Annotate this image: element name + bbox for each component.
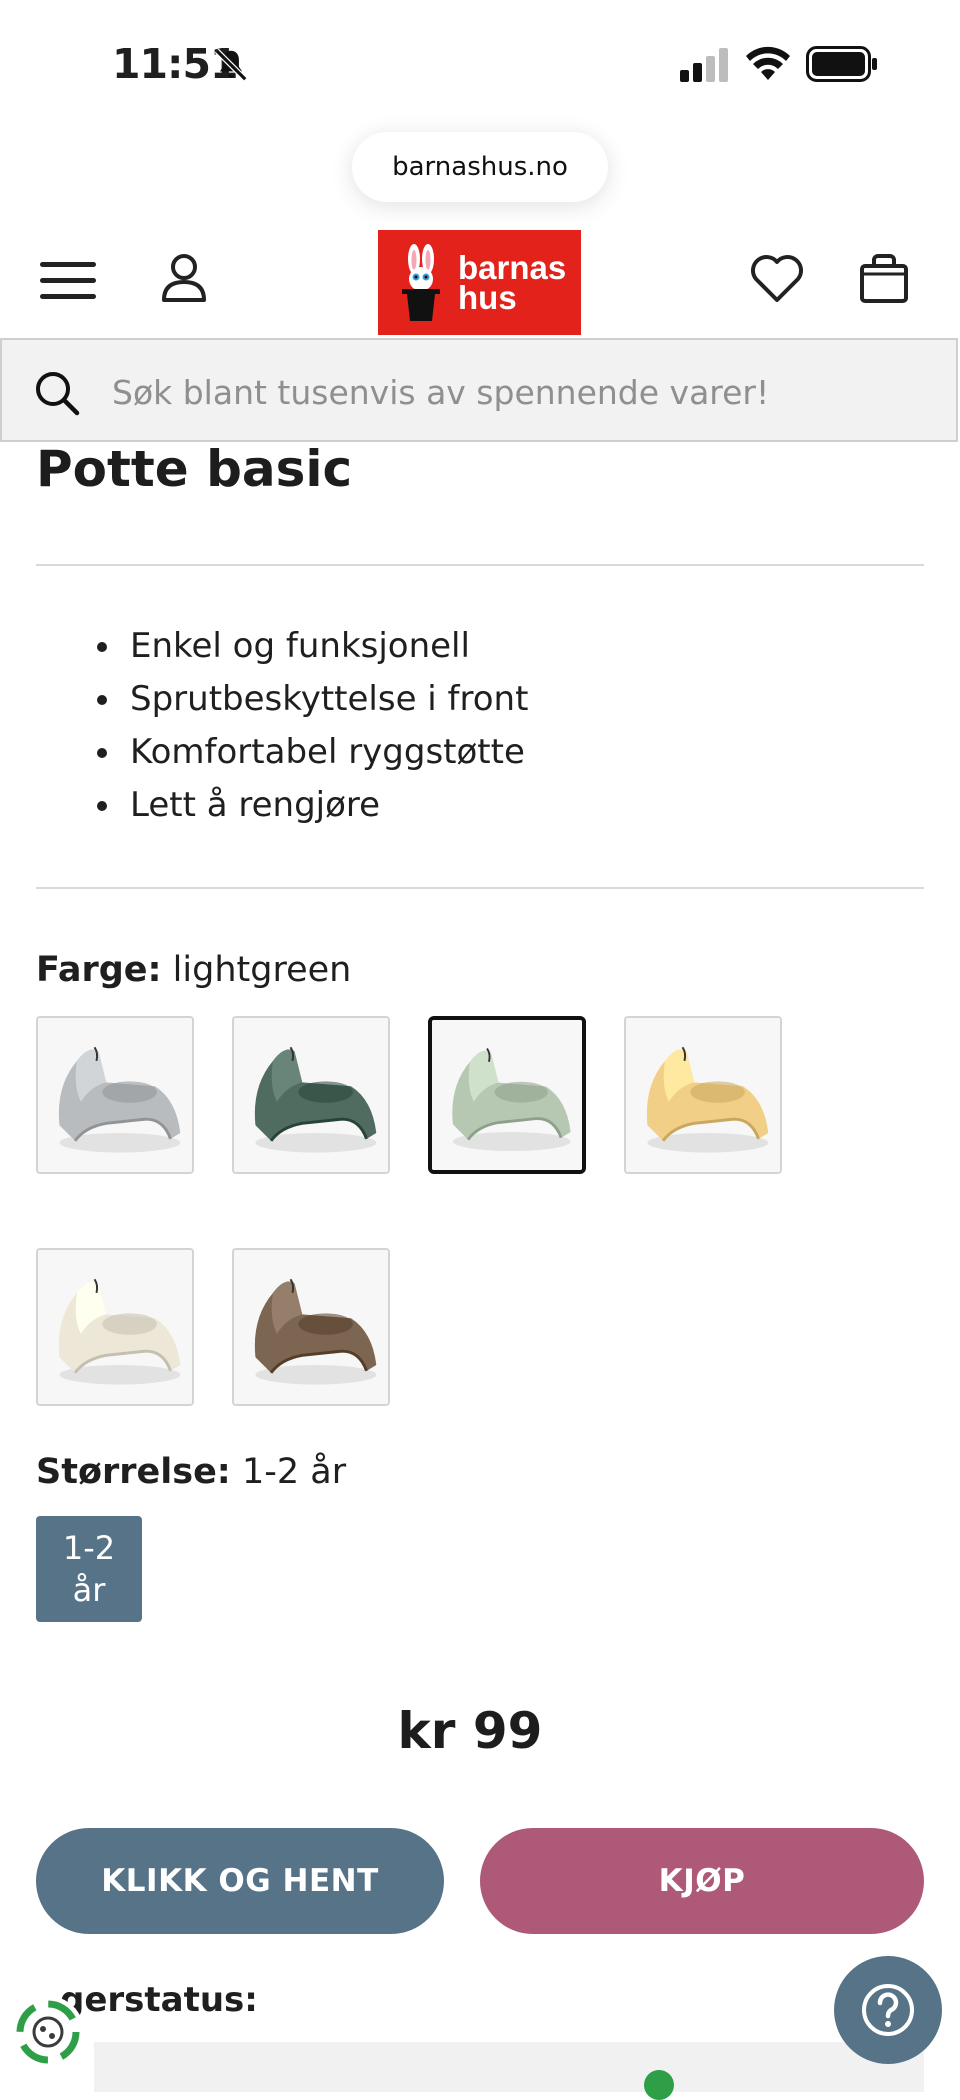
size-option-1-2-ar[interactable]: 1-2 år	[36, 1516, 142, 1622]
color-swatch[interactable]	[232, 1016, 390, 1174]
size-label-value: 1-2 år	[241, 1452, 347, 1492]
color-swatch[interactable]	[232, 1248, 390, 1406]
help-icon	[862, 1984, 914, 2036]
potty-image	[38, 1018, 192, 1172]
feature-item: Enkel og funksjonell	[124, 620, 528, 673]
site-header: barnas hus	[0, 220, 960, 338]
potty-image	[38, 1250, 192, 1404]
battery-icon	[806, 46, 877, 82]
feature-item: Komfortabel ryggstøtte	[124, 726, 528, 779]
potty-image	[234, 1018, 388, 1172]
product-title: Potte basic	[36, 440, 353, 498]
feature-list: Enkel og funksjonell Sprutbeskyttelse i …	[80, 620, 528, 832]
logo-line-2: hus	[458, 278, 517, 316]
size-label: Størrelse: 1-2 år	[36, 1452, 346, 1492]
help-button[interactable]	[834, 1956, 942, 2064]
site-logo[interactable]: barnas hus	[378, 230, 581, 335]
potty-image	[626, 1018, 780, 1172]
stock-status-indicator	[644, 2070, 674, 2100]
status-bar: 11:51	[0, 0, 960, 120]
stock-status-label: gerstatus:	[60, 1980, 258, 2020]
url-bar[interactable]: barnashus.no	[352, 132, 608, 202]
account-icon[interactable]	[160, 252, 208, 304]
signal-icon	[680, 48, 728, 82]
logo-text: barnas hus	[458, 248, 567, 316]
color-label-key: Farge:	[36, 950, 162, 990]
click-and-collect-label: KLIKK OG HENT	[101, 1863, 379, 1899]
menu-icon[interactable]	[38, 258, 98, 304]
heart-icon[interactable]	[750, 254, 804, 304]
search-bar[interactable]	[0, 338, 958, 442]
bell-off-icon	[214, 48, 248, 82]
color-swatch[interactable]	[36, 1248, 194, 1406]
search-icon	[36, 372, 80, 416]
logo-line-1: barnas	[458, 248, 567, 286]
price: kr 99	[397, 1702, 543, 1760]
eco-badge[interactable]	[12, 1996, 84, 2068]
color-label: Farge: lightgreen	[36, 950, 351, 990]
buy-label: KJØP	[658, 1863, 746, 1899]
bag-icon[interactable]	[858, 250, 910, 304]
color-label-value: lightgreen	[172, 950, 352, 990]
feature-item: Lett å rengjøre	[124, 779, 528, 832]
eco-icon	[16, 2000, 80, 2064]
divider-bottom	[36, 887, 924, 889]
buy-button[interactable]: KJØP	[480, 1828, 924, 1934]
potty-image	[432, 1020, 582, 1170]
wifi-icon	[746, 46, 790, 80]
rabbit-logo-icon	[402, 243, 440, 321]
color-swatch[interactable]	[624, 1016, 782, 1174]
size-option-line-2: år	[72, 1571, 106, 1609]
stock-status-row[interactable]	[94, 2042, 924, 2092]
size-label-key: Størrelse:	[36, 1452, 231, 1492]
divider-top	[36, 564, 924, 566]
color-swatch[interactable]	[428, 1016, 586, 1174]
search-input[interactable]	[110, 364, 934, 420]
color-swatch[interactable]	[36, 1016, 194, 1174]
size-option-line-1: 1-2	[62, 1529, 116, 1567]
url-text: barnashus.no	[392, 152, 568, 182]
potty-image	[234, 1250, 388, 1404]
feature-item: Sprutbeskyttelse i front	[124, 673, 528, 726]
click-and-collect-button[interactable]: KLIKK OG HENT	[36, 1828, 444, 1934]
